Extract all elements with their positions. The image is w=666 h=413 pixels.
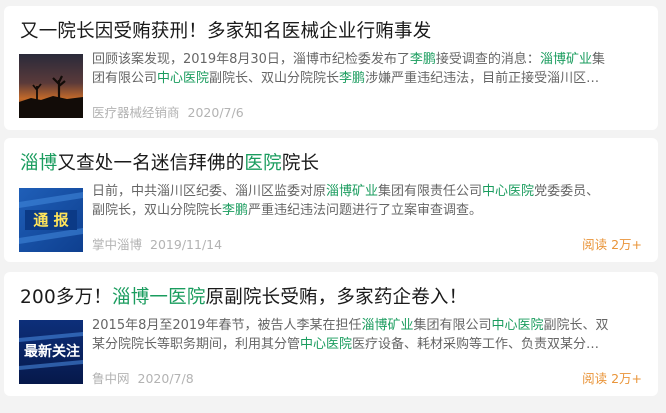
text-segment: 党委委员、	[534, 184, 600, 199]
text-segment: 副院长、双山分院院长	[209, 71, 340, 86]
highlighted-keyword: 中心医院	[491, 318, 544, 333]
article-source: 鲁中网	[92, 371, 130, 386]
article-card-1[interactable]: 又一院长因受贿获刑！多家知名医械企业行贿事发 回顾该案发现，2019年8月30日…	[4, 6, 658, 130]
article-source: 医疗器械经销商	[92, 105, 180, 120]
read-count: 阅读 2万+	[582, 371, 642, 386]
article-thumbnail[interactable]: 最新关注	[19, 320, 83, 384]
sunset-silhouette-icon	[19, 54, 83, 118]
highlighted-keyword: 李鹏	[339, 71, 366, 86]
text-segment: 集团有限公司	[413, 318, 492, 333]
text-segment: 集	[591, 52, 605, 67]
summary-line: 日前，中共淄川区纪委、淄川区监委对原淄博矿业集团有限责任公司中心医院党委委员、	[92, 182, 644, 201]
text-segment: 某分院院长等职务期间，利用其分管	[92, 337, 301, 352]
article-source: 掌中淄博	[92, 237, 143, 252]
article-card-3[interactable]: 200多万！淄博一医院原副院长受贿，多家药企卷入！ 最新关注 2015年8月至2…	[4, 272, 658, 396]
article-date: 2020/7/8	[137, 371, 194, 386]
article-summary: 2015年8月至2019年春节，被告人李某在担任淄博矿业集团有限公司中心医院副院…	[92, 316, 644, 354]
article-date: 2020/7/6	[187, 105, 244, 120]
text-segment: 涉嫌严重违纪违法，目前正接受淄川区…	[365, 71, 600, 86]
text-segment: 日前，中共淄川区纪委、淄川区监委对原	[92, 184, 327, 199]
article-title[interactable]: 淄博又查处一名迷信拜佛的医院院长	[20, 152, 319, 176]
highlighted-keyword: 李鹏	[409, 52, 436, 67]
thumbnail-caption: 通 报	[33, 211, 69, 229]
text-segment: 院长	[281, 153, 320, 174]
text-segment: 原副院长受贿，多家药企卷入！	[205, 287, 468, 308]
article-date: 2019/11/14	[150, 237, 223, 252]
article-summary: 回顾该案发现，2019年8月30日，淄博市纪检委发布了李鹏接受调查的消息：淄博矿…	[92, 50, 644, 88]
article-thumbnail[interactable]	[19, 54, 83, 118]
summary-line: 团有限公司中心医院副院长、双山分院院长李鹏涉嫌严重违纪违法，目前正接受淄川区…	[92, 69, 644, 88]
article-title[interactable]: 又一院长因受贿获刑！多家知名医械企业行贿事发	[20, 20, 431, 44]
text-segment: 副院长，双山分院院长	[92, 203, 223, 218]
text-segment: 集团有限责任公司	[378, 184, 483, 199]
read-count: 阅读 2万+	[582, 237, 642, 252]
article-meta: 医疗器械经销商 2020/7/6	[92, 102, 244, 121]
highlighted-keyword: 中心医院	[482, 184, 535, 199]
article-summary: 日前，中共淄川区纪委、淄川区监委对原淄博矿业集团有限责任公司中心医院党委委员、副…	[92, 182, 644, 220]
article-meta: 鲁中网 2020/7/8	[92, 368, 194, 387]
article-meta: 掌中淄博 2019/11/14	[92, 234, 222, 253]
highlighted-keyword: 淄博矿业	[326, 184, 379, 199]
summary-line: 某分院院长等职务期间，利用其分管中心医院医疗设备、耗材采购等工作、负责双某分…	[92, 335, 644, 354]
highlighted-keyword: 淄博一医院	[112, 287, 206, 308]
article-title[interactable]: 200多万！淄博一医院原副院长受贿，多家药企卷入！	[20, 286, 467, 310]
text-segment: 又一院长因受贿获刑！多家知名医械企业行贿事发	[20, 21, 432, 42]
text-segment: 又查处一名迷信拜佛的	[57, 153, 245, 174]
highlighted-keyword: 淄博	[20, 153, 58, 174]
highlighted-keyword: 李鹏	[222, 203, 249, 218]
highlighted-keyword: 中心医院	[300, 337, 353, 352]
text-segment: 接受调查的消息：	[435, 52, 540, 67]
summary-line: 2015年8月至2019年春节，被告人李某在担任淄博矿业集团有限公司中心医院副院…	[92, 316, 644, 335]
highlighted-keyword: 医院	[244, 153, 282, 174]
text-segment: 副院长、双	[543, 318, 609, 333]
summary-line: 回顾该案发现，2019年8月30日，淄博市纪检委发布了李鹏接受调查的消息：淄博矿…	[92, 50, 644, 69]
summary-line: 副院长，双山分院院长李鹏严重违纪违法问题进行了立案审查调查。	[92, 201, 644, 220]
highlighted-keyword: 淄博矿业	[539, 52, 592, 67]
highlighted-keyword: 中心医院	[157, 71, 210, 86]
text-segment: 2015年8月至2019年春节，被告人李某在担任	[92, 318, 362, 333]
article-card-2[interactable]: 淄博又查处一名迷信拜佛的医院院长 通 报 日前，中共淄川区纪委、淄川区监委对原淄…	[4, 138, 658, 262]
text-segment: 严重违纪违法问题进行了立案审查调查。	[248, 203, 483, 218]
article-thumbnail[interactable]: 通 报	[19, 188, 83, 252]
thumbnail-caption: 最新关注	[24, 344, 80, 360]
text-segment: 医疗设备、耗材采购等工作、负责双某分…	[352, 337, 600, 352]
highlighted-keyword: 淄博矿业	[361, 318, 414, 333]
text-segment: 回顾该案发现，2019年8月30日，淄博市纪检委发布了	[92, 52, 410, 67]
text-segment: 200多万！	[20, 287, 113, 308]
text-segment: 团有限公司	[92, 71, 158, 86]
